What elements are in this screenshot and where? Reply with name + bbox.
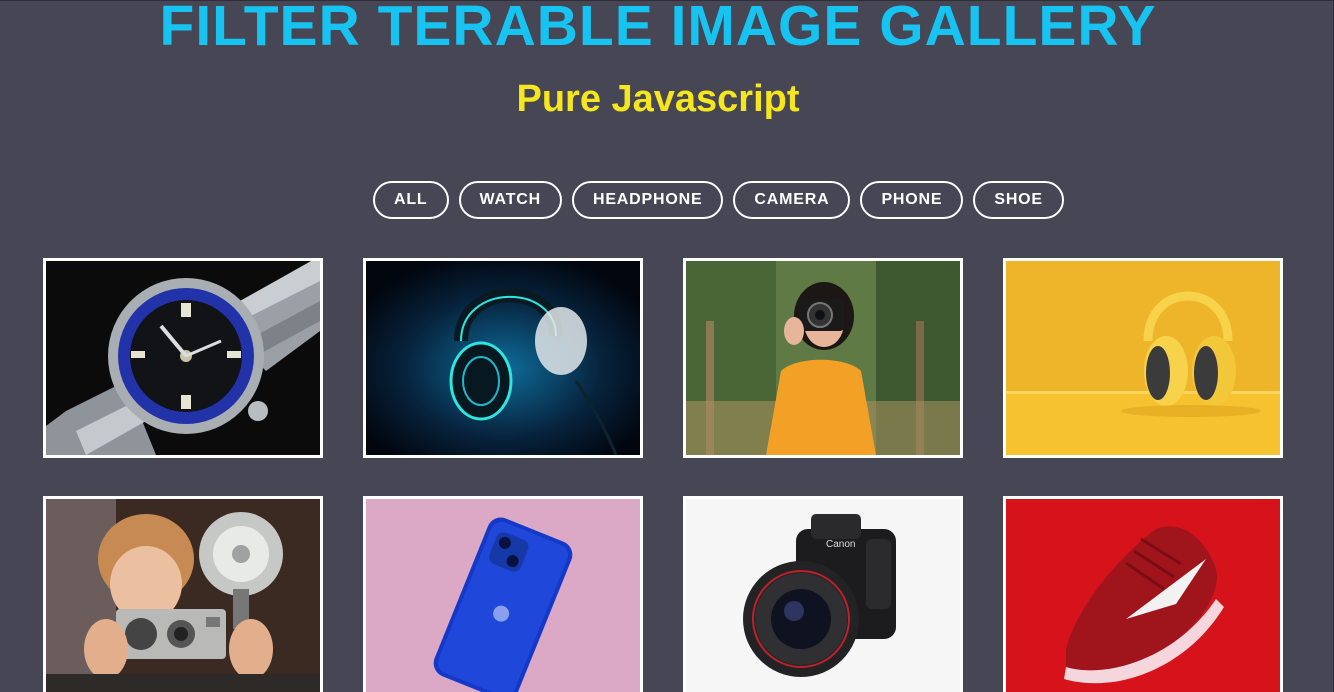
gallery-item-red-shoe[interactable] [1003,496,1283,692]
yellow-headphone-image [1006,261,1280,455]
gallery-item-blue-phone[interactable] [363,496,643,692]
red-shoe-image [1006,499,1280,692]
filter-button-headphone[interactable]: HEADPHONE [571,181,724,219]
photographer-image [686,261,960,455]
page-subtitle: Pure Javascript [516,78,800,120]
vintage-camera-image [46,499,320,692]
gallery-item-watch[interactable] [43,258,323,458]
svg-text:Canon: Canon [826,539,855,550]
blue-phone-image [366,499,640,692]
filter-button-shoe[interactable]: SHOE [973,181,1064,219]
gallery-item-photographer[interactable] [683,258,963,458]
neon-headphone-image [366,261,640,455]
dslr-camera-image: Canon [686,499,960,692]
watch-image [46,261,320,455]
page: FILTER TERABLE IMAGE GALLERY Pure Javasc… [0,0,1334,692]
filter-bar: ALL WATCH HEADPHONE CAMERA PHONE SHOE [373,181,1064,219]
gallery-item-neon-headphone[interactable] [363,258,643,458]
gallery-item-vintage-camera[interactable] [43,496,323,692]
filter-button-phone[interactable]: PHONE [860,181,964,219]
filter-button-camera[interactable]: CAMERA [733,181,851,219]
gallery-item-yellow-headphone[interactable] [1003,258,1283,458]
gallery-item-dslr-camera[interactable]: Canon [683,496,963,692]
page-title: FILTER TERABLE IMAGE GALLERY [159,0,1157,58]
filter-button-all[interactable]: ALL [373,181,449,219]
filter-button-watch[interactable]: WATCH [458,181,562,219]
